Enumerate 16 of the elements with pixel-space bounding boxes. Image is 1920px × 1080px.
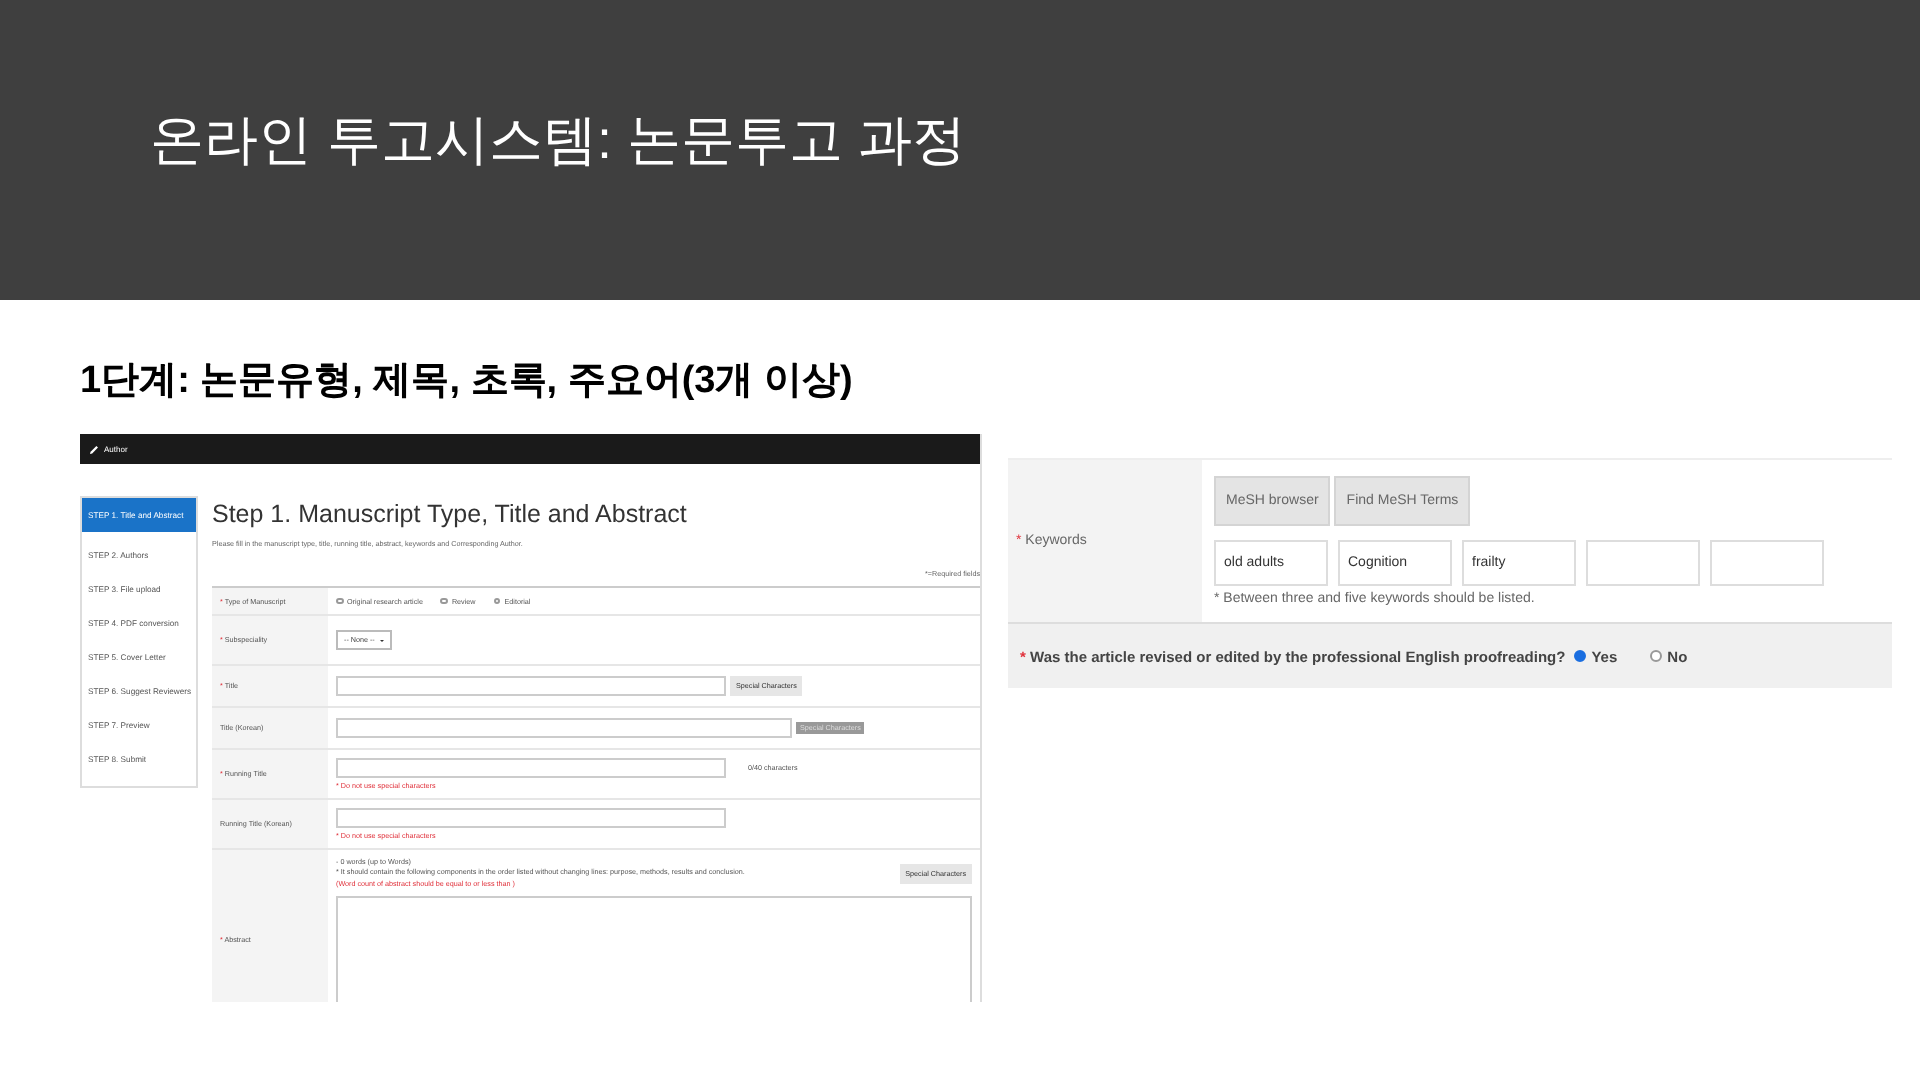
input-field[interactable] [336, 808, 726, 828]
radio-button[interactable] [1573, 650, 1586, 662]
radio-button[interactable] [493, 597, 501, 605]
input-field[interactable] [336, 718, 792, 738]
abstract-field[interactable] [336, 896, 972, 1002]
slide-title: 온라인 투고시스템: 논문투고 과정 [150, 108, 967, 174]
radio-button[interactable] [336, 597, 343, 605]
radio-button[interactable] [440, 597, 448, 605]
input-field[interactable] [336, 758, 726, 778]
keyword-field[interactable] [1586, 540, 1700, 586]
pencil-icon [88, 443, 100, 455]
keyword-field[interactable] [1710, 540, 1824, 586]
input-field[interactable] [336, 676, 726, 696]
page-heading: Step 1. Manuscript Type, Title and Abstract [212, 500, 689, 528]
radio-button[interactable] [1649, 650, 1662, 662]
slide-subtitle: 1단계: 논문유형, 제목, 초록, 주요어(3개 이상) [80, 358, 855, 406]
